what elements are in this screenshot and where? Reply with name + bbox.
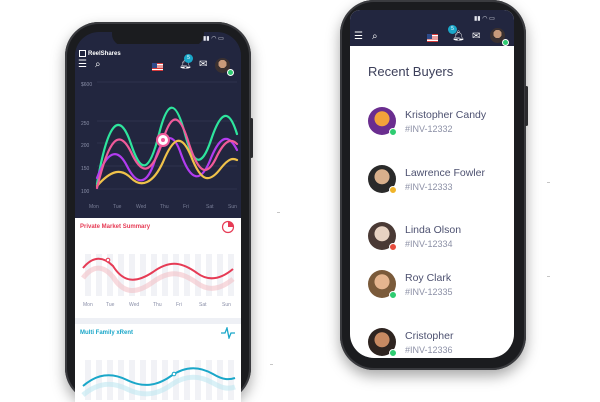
day-label-sun: Sun bbox=[228, 204, 237, 210]
day-label-fri: Fri bbox=[183, 204, 189, 210]
decorative-mark bbox=[270, 364, 273, 365]
notification-badge: 5 bbox=[448, 25, 457, 34]
status-dot bbox=[389, 349, 397, 357]
buyer-invoice: #INV-12333 bbox=[405, 182, 453, 192]
buyer-invoice: #INV-12332 bbox=[405, 124, 453, 134]
chart-lines bbox=[95, 106, 239, 190]
phone-right: ▮▮ ◠ ▭ ☰ ⌕ 🔔︎ 5 ✉ Recent Buyers Kristoph… bbox=[340, 0, 528, 370]
multi-family-card: Multi Family xRent bbox=[75, 324, 241, 402]
pm-day-fri: Fri bbox=[176, 302, 182, 308]
phone-right-screen: ▮▮ ◠ ▭ ☰ ⌕ 🔔︎ 5 ✉ Recent Buyers Kristoph… bbox=[350, 10, 514, 358]
mf-bg-bar-12 bbox=[217, 360, 223, 400]
pm-day-tue: Tue bbox=[106, 302, 115, 308]
pm-day-wed: Wed bbox=[129, 302, 139, 308]
revenue-line-chart: $600 250 200 150 100 Mon Tue Wed Thu Fri… bbox=[81, 81, 239, 210]
mail-icon[interactable]: ✉ bbox=[199, 60, 207, 70]
day-label-sat: Sat bbox=[206, 204, 214, 210]
status-dot bbox=[389, 186, 397, 194]
buyer-name: Lawrence Fowler bbox=[405, 167, 485, 179]
decorative-mark bbox=[277, 212, 280, 213]
top-nav-bar: ReelShares ☰ ⌕ 🔔︎ 5 ✉ bbox=[75, 44, 241, 76]
day-label-wed: Wed bbox=[136, 204, 146, 210]
pm-bg-bar-6 bbox=[151, 254, 157, 296]
mail-icon[interactable]: ✉ bbox=[472, 32, 480, 42]
us-flag-icon[interactable] bbox=[427, 34, 438, 42]
brand-name: ReelShares bbox=[88, 50, 121, 57]
brand-logo: ReelShares bbox=[79, 50, 121, 57]
hamburger-menu-icon[interactable]: ☰ bbox=[354, 32, 363, 42]
logo-icon bbox=[79, 50, 86, 57]
buyer-invoice: #INV-12334 bbox=[405, 239, 453, 249]
buyer-name: Linda Olson bbox=[405, 224, 462, 236]
status-dot bbox=[389, 291, 397, 299]
mf-bg-bar-2 bbox=[107, 360, 113, 400]
day-label-mon: Mon bbox=[89, 204, 99, 210]
private-market-wave-chart: Mon Tue Wed Thu Fri Sat Sun bbox=[81, 254, 235, 308]
mf-bg-bar-3 bbox=[118, 360, 124, 400]
hamburger-menu-icon[interactable]: ☰ bbox=[78, 60, 87, 70]
pm-bg-bar-13 bbox=[228, 254, 234, 296]
search-icon[interactable]: ⌕ bbox=[372, 32, 378, 42]
phone-side-button bbox=[250, 118, 253, 158]
y-label-3: 150 bbox=[81, 166, 90, 172]
card-title-multi-family: Multi Family xRent bbox=[80, 330, 134, 336]
multi-family-shadow-line bbox=[81, 374, 236, 397]
pm-day-sun: Sun bbox=[222, 302, 231, 308]
day-label-tue: Tue bbox=[113, 204, 122, 210]
page-title: Recent Buyers bbox=[368, 64, 454, 79]
phone-left-screen: ▮▮ ◠ ▭ ReelShares ☰ ⌕ 🔔︎ 5 ✉ $600 250 20… bbox=[75, 32, 241, 402]
status-bar-icons: ▮▮ ◠ ▭ bbox=[474, 16, 495, 22]
buyer-invoice: #INV-12336 bbox=[405, 345, 453, 355]
notification-badge: 5 bbox=[184, 54, 193, 63]
buyer-invoice: #INV-12335 bbox=[405, 287, 453, 297]
buyer-name: Cristopher bbox=[405, 330, 454, 342]
decorative-mark bbox=[547, 182, 550, 183]
status-dot bbox=[389, 243, 397, 251]
y-label-4: 100 bbox=[81, 189, 90, 195]
pm-day-mon: Mon bbox=[83, 302, 93, 308]
pm-day-thu: Thu bbox=[153, 302, 162, 308]
pm-bg-bar-1 bbox=[96, 254, 102, 296]
top-nav-bar: ▮▮ ◠ ▭ ☰ ⌕ 🔔︎ 5 ✉ bbox=[350, 10, 514, 46]
y-label-1: 250 bbox=[81, 121, 90, 127]
phone-side-button bbox=[525, 86, 528, 126]
buyer-name: Kristopher Candy bbox=[405, 109, 487, 121]
private-market-card: Private Market Summary Mon Tue Wed Thu F… bbox=[75, 218, 241, 318]
pm-day-sat: Sat bbox=[199, 302, 207, 308]
y-label-2: 200 bbox=[81, 143, 90, 149]
y-label-0: $600 bbox=[81, 82, 92, 88]
status-dot bbox=[389, 128, 397, 136]
card-title-private-market: Private Market Summary bbox=[80, 224, 151, 230]
online-status-dot bbox=[502, 39, 509, 46]
us-flag-icon[interactable] bbox=[152, 63, 163, 71]
day-label-thu: Thu bbox=[160, 204, 169, 210]
buyer-name: Roy Clark bbox=[405, 272, 452, 284]
multi-family-wave-chart bbox=[81, 360, 236, 400]
phone-left: ▮▮ ◠ ▭ ReelShares ☰ ⌕ 🔔︎ 5 ✉ $600 250 20… bbox=[65, 22, 253, 402]
mf-bg-bar-1 bbox=[96, 360, 102, 400]
search-icon[interactable]: ⌕ bbox=[95, 60, 101, 70]
decorative-mark bbox=[547, 276, 550, 277]
